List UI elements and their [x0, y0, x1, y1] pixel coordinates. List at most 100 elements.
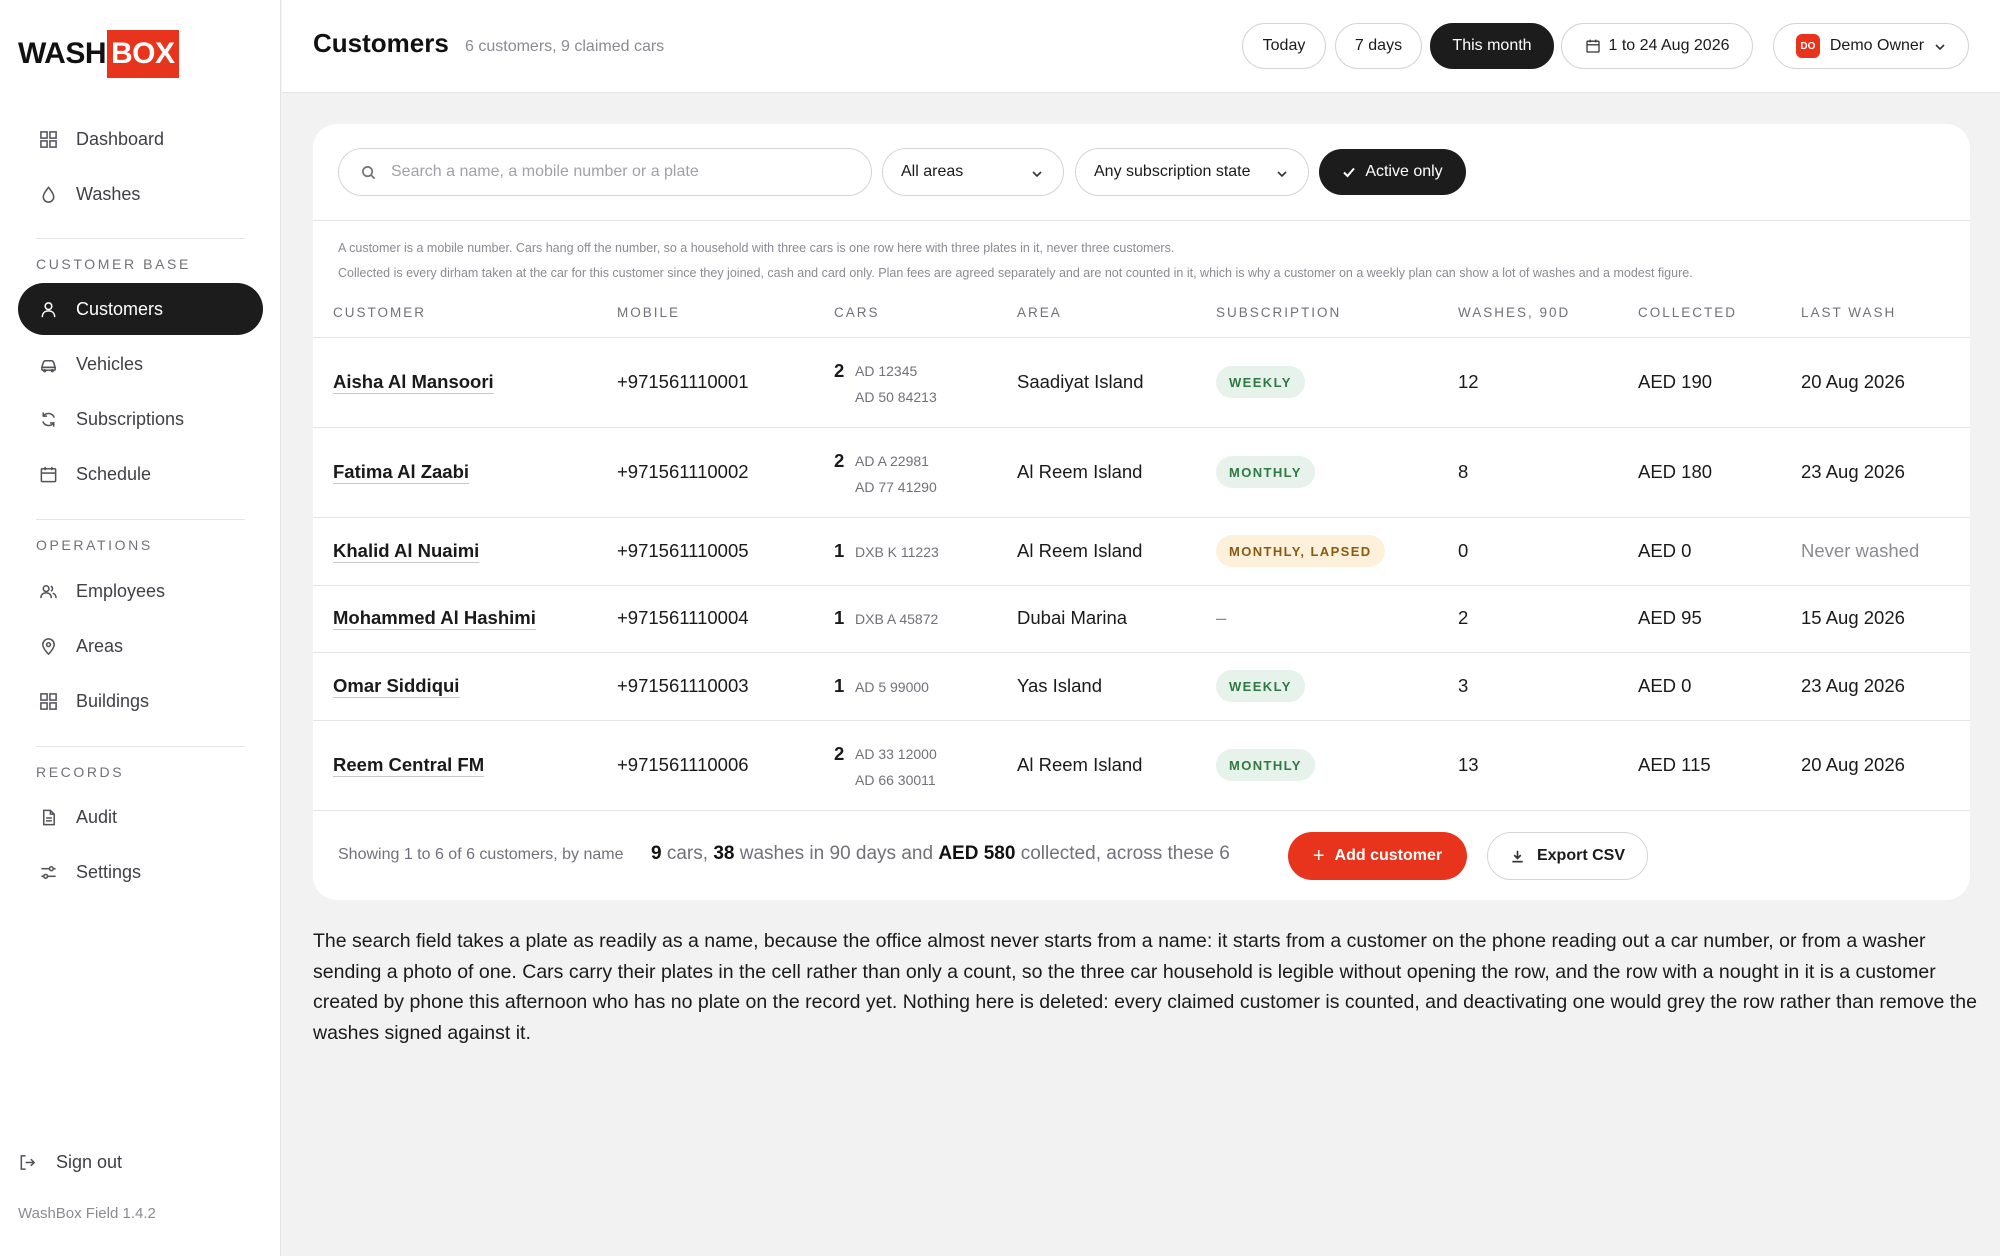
chevron-down-icon [1031, 167, 1043, 179]
droplet-icon [38, 184, 58, 204]
app-version: WashBox Field 1.4.2 [18, 1205, 156, 1222]
column-header-customer[interactable]: CUSTOMER [333, 305, 426, 320]
column-header-mobile[interactable]: MOBILE [617, 305, 680, 320]
customer-mobile: +971561110006 [617, 754, 749, 775]
car-icon [38, 354, 58, 374]
customer-mobile: +971561110003 [617, 675, 749, 696]
washes-count: 0 [1458, 540, 1469, 561]
sidebar-item-buildings[interactable]: Buildings [18, 675, 263, 727]
total-washes: 38 [713, 843, 735, 864]
sign-out-button[interactable]: Sign out [18, 1152, 122, 1173]
plus-icon: + [1312, 844, 1325, 867]
customer-area: Al Reem Island [1017, 754, 1143, 775]
totals-summary: 9 cars, 38 washes in 90 days and AED 580… [651, 843, 1230, 865]
customer-name-link[interactable]: Khalid Al Nuaimi [333, 540, 479, 562]
search-input[interactable] [391, 163, 851, 181]
customer-name-link[interactable]: Fatima Al Zaabi [333, 461, 469, 483]
total-cars: 9 [651, 843, 662, 864]
customer-area: Dubai Marina [1017, 607, 1128, 628]
page-description: The search field takes a plate as readil… [313, 930, 1977, 1044]
divider [36, 238, 245, 239]
logo-box: BOX [107, 30, 179, 78]
date-range-button[interactable]: 1 to 24 Aug 2026 [1561, 23, 1753, 69]
plate-number: DXB A 45872 [855, 611, 939, 627]
washes-count: 13 [1458, 754, 1479, 775]
sidebar-item-audit[interactable]: Audit [18, 791, 263, 843]
subscription-select-value: Any subscription state [1094, 163, 1251, 180]
table-row[interactable]: Mohammed Al Hashimi +971561110004 1 DXB … [313, 586, 1970, 653]
plate-number: DXB K 11223 [855, 544, 939, 560]
sidebar-item-areas[interactable]: Areas [18, 620, 263, 672]
customer-area: Al Reem Island [1017, 461, 1143, 482]
section-label-customer-base: CUSTOMER BASE [36, 256, 191, 272]
active-only-toggle[interactable]: Active only [1319, 149, 1466, 195]
customers-card: All areas Any subscription state Active … [313, 124, 1970, 900]
sidebar-item-customers[interactable]: Customers [18, 283, 263, 335]
customer-mobile: +971561110002 [617, 461, 749, 482]
table-row[interactable]: Khalid Al Nuaimi +971561110005 1 DXB K 1… [313, 518, 1970, 586]
status-badge: MONTHLY [1216, 456, 1315, 488]
table-row[interactable]: Omar Siddiqui +971561110003 1 AD 5 99000… [313, 653, 1970, 721]
column-header-area[interactable]: AREA [1017, 305, 1062, 320]
collected-amount: AED 95 [1638, 607, 1702, 628]
range-this-month-button[interactable]: This month [1430, 23, 1554, 69]
check-icon [1343, 167, 1356, 178]
collected-amount: AED 190 [1638, 371, 1713, 392]
sidebar-item-label: Buildings [76, 690, 150, 711]
sidebar-item-label: Areas [76, 635, 124, 656]
sidebar-item-employees[interactable]: Employees [18, 565, 263, 617]
range-today-button[interactable]: Today [1242, 23, 1326, 69]
divider [36, 746, 245, 747]
summary-text: cars, [661, 843, 714, 864]
subscription-empty: – [1216, 607, 1227, 628]
washes-count: 8 [1458, 461, 1469, 482]
sidebar-item-label: Schedule [76, 463, 152, 484]
last-wash-date: 15 Aug 2026 [1801, 607, 1905, 628]
refresh-icon [38, 409, 58, 429]
section-label-operations: OPERATIONS [36, 537, 153, 553]
cars-count: 1 [834, 607, 845, 628]
status-badge: MONTHLY, LAPSED [1216, 535, 1385, 567]
plate-number: AD 5 99000 [855, 679, 929, 695]
section-label-records: RECORDS [36, 764, 125, 780]
customer-name-link[interactable]: Omar Siddiqui [333, 675, 459, 697]
table-row[interactable]: Reem Central FM +971561110006 2 AD 33 12… [313, 721, 1970, 811]
active-only-label: Active only [1365, 163, 1443, 180]
logo[interactable]: WASH BOX [18, 30, 179, 78]
sidebar-item-subscriptions[interactable]: Subscriptions [18, 393, 263, 445]
column-header-cars[interactable]: CARS [834, 305, 880, 320]
last-wash-date: Never washed [1801, 540, 1920, 561]
subscription-select[interactable]: Any subscription state [1075, 148, 1309, 196]
sidebar-item-label: Employees [76, 580, 166, 601]
column-header-washes[interactable]: WASHES, 90D [1458, 305, 1570, 320]
export-csv-button[interactable]: Export CSV [1487, 832, 1648, 880]
last-wash-date: 23 Aug 2026 [1801, 461, 1905, 482]
sidebar-item-schedule[interactable]: Schedule [18, 448, 263, 500]
sidebar-item-vehicles[interactable]: Vehicles [18, 338, 263, 390]
column-header-collected[interactable]: COLLECTED [1638, 305, 1737, 320]
sidebar-item-washes[interactable]: Washes [18, 168, 263, 220]
column-header-subscription[interactable]: SUBSCRIPTION [1216, 305, 1341, 320]
customer-mobile: +971561110005 [617, 540, 749, 561]
customer-name-link[interactable]: Aisha Al Mansoori [333, 371, 494, 393]
table-row[interactable]: Aisha Al Mansoori +971561110001 2 AD 123… [313, 338, 1970, 428]
calendar-icon [1585, 39, 1600, 53]
sidebar-item-settings[interactable]: Settings [18, 846, 263, 898]
grid-icon [38, 691, 58, 711]
range-7-days-button[interactable]: 7 days [1335, 23, 1422, 69]
summary-text: collected, across these 6 [1015, 843, 1230, 864]
sidebar-item-label: Customers [76, 298, 164, 319]
divider [313, 220, 1970, 221]
top-bar: Customers 6 customers, 9 claimed cars To… [282, 0, 2000, 93]
add-customer-button[interactable]: + Add customer [1288, 832, 1467, 880]
customer-name-link[interactable]: Reem Central FM [333, 754, 484, 776]
area-select[interactable]: All areas [882, 148, 1064, 196]
sliders-icon [38, 862, 58, 882]
customer-name-link[interactable]: Mohammed Al Hashimi [333, 607, 536, 629]
column-header-last-wash[interactable]: LAST WASH [1801, 305, 1896, 320]
sidebar-item-dashboard[interactable]: Dashboard [18, 113, 263, 165]
user-menu-button[interactable]: DO Demo Owner [1773, 23, 1969, 69]
sidebar-item-label: Washes [76, 183, 141, 204]
table-row[interactable]: Fatima Al Zaabi +971561110002 2 AD A 229… [313, 428, 1970, 518]
search-field[interactable] [338, 148, 872, 196]
